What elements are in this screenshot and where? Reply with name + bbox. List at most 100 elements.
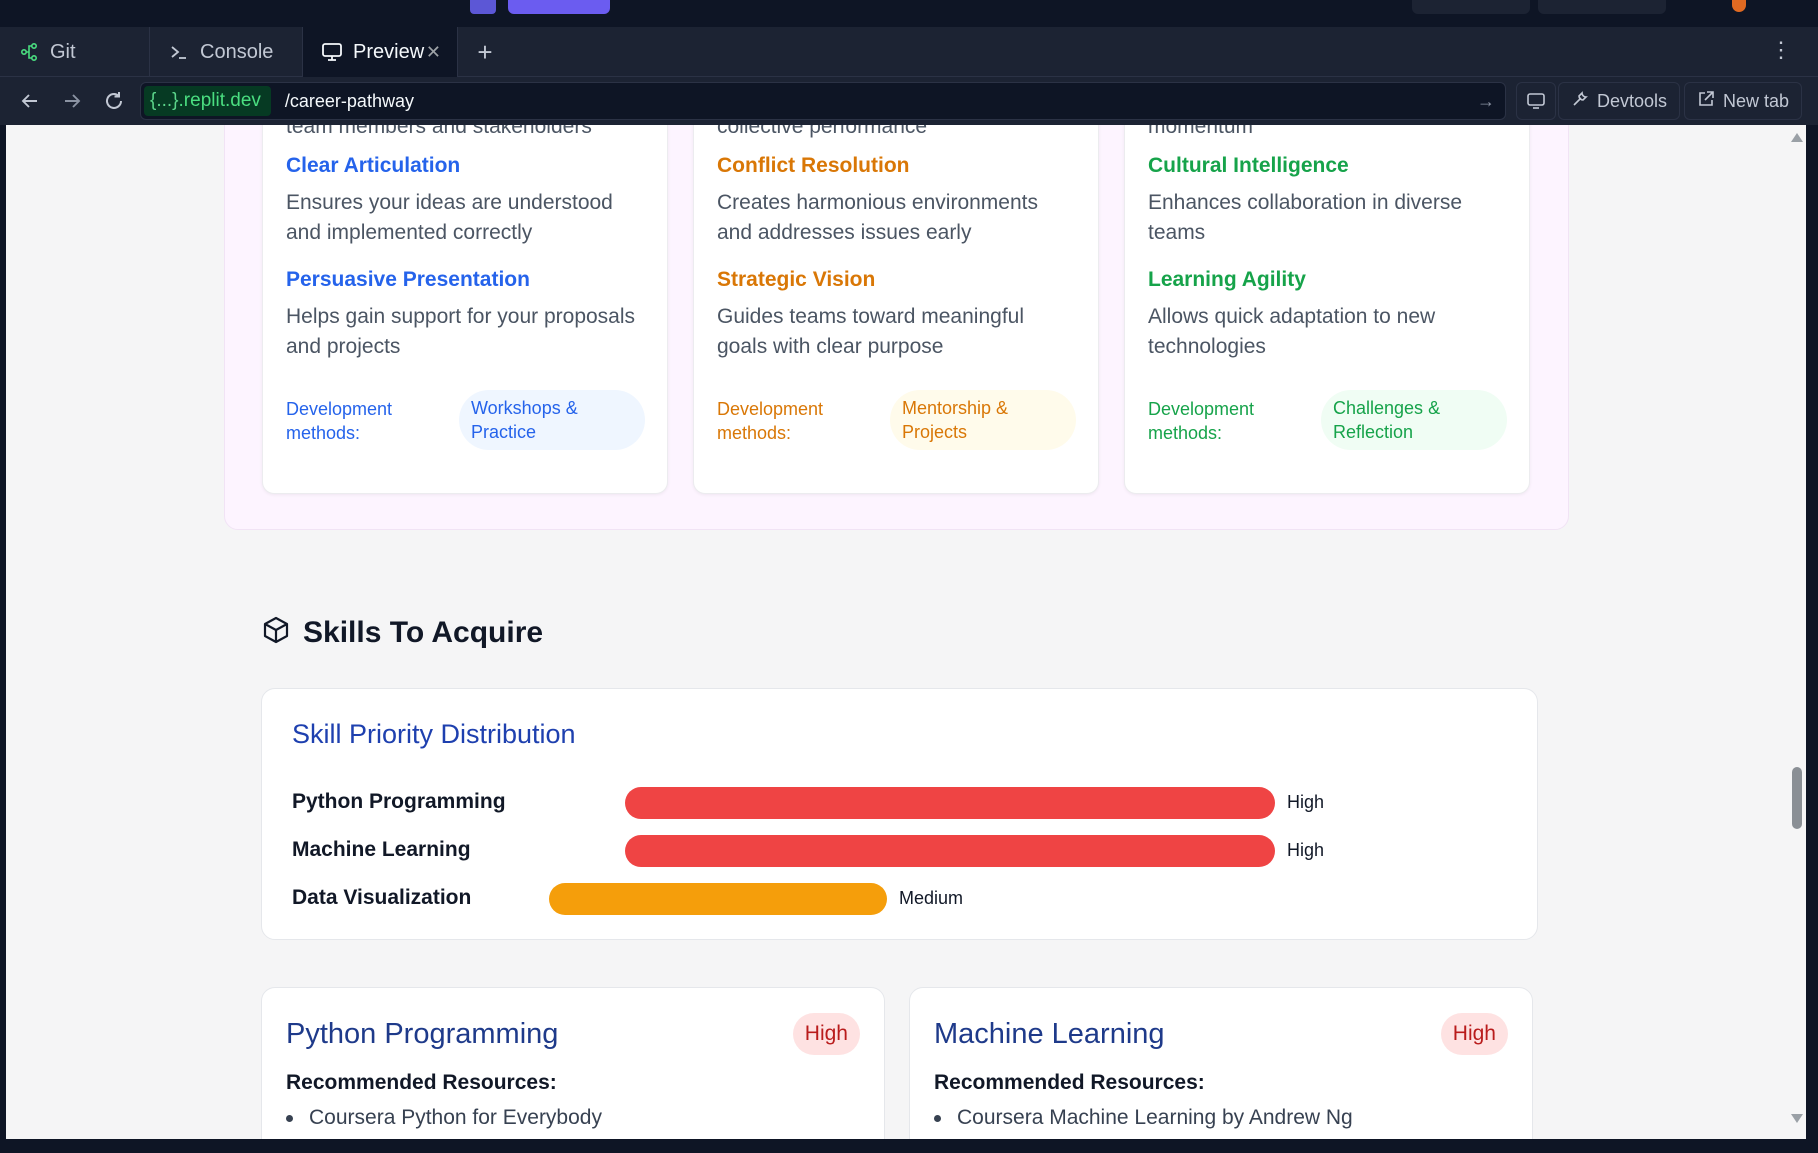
priority-badge: High (1440, 1013, 1508, 1055)
bottom-edge (0, 1139, 1818, 1153)
priority-skill-label: Python Programming (292, 790, 506, 813)
domain-braces: {...} (150, 90, 179, 111)
skill-description: Allows quick adaptation to new technolog… (1148, 305, 1436, 358)
tab-label: Console (200, 40, 274, 63)
method-chip: Workshops & Practice (459, 390, 645, 450)
priority-bar (549, 883, 887, 915)
skill-description: Ensures your ideas are understood and im… (286, 191, 613, 244)
arrow-right-icon (65, 94, 81, 108)
device-icon (1527, 93, 1545, 109)
priority-row: Machine Learning High (292, 835, 1492, 867)
priority-level-label: Medium (899, 888, 964, 908)
close-icon[interactable]: ✕ (426, 42, 441, 63)
skill-column-card: collective performance Conflict Resoluti… (693, 125, 1099, 494)
bullet-icon (934, 1114, 941, 1122)
method-chip: Mentorship & Projects (890, 390, 1076, 450)
tab-label: Git (50, 40, 76, 63)
development-methods-label: Development methods: (1148, 399, 1255, 443)
page-scrollbar[interactable] (1788, 125, 1806, 1139)
reload-button[interactable] (99, 86, 129, 116)
resource-text: Coursera Machine Learning by Andrew Ng (957, 1106, 1353, 1129)
tab-label: Preview (353, 40, 425, 63)
domain-badge: {...} .replit.dev (144, 86, 271, 116)
skills-section-header: Skills To Acquire (261, 615, 543, 650)
distribution-title: Skill Priority Distribution (292, 719, 576, 749)
pane-tab-bar: Git Console Preview ✕ + ⋮ (0, 27, 1818, 77)
skill-title: Strategic Vision (717, 268, 876, 291)
device-toggle-button[interactable] (1516, 82, 1556, 120)
skill-column-card: momentum Cultural Intelligence Enhances … (1124, 125, 1530, 494)
url-field[interactable]: {...} .replit.dev /career-pathway → (140, 82, 1506, 120)
add-tab-button[interactable]: + (470, 37, 500, 67)
header-button-fragment[interactable] (1412, 0, 1530, 14)
development-methods-label: Development methods: (717, 399, 824, 443)
card-lead-text: momentum (1148, 125, 1254, 138)
external-link-icon (1697, 90, 1715, 113)
reload-icon (106, 92, 122, 109)
resource-text: Coursera Python for Everybody (309, 1106, 602, 1129)
skill-title: Clear Articulation (286, 154, 461, 177)
priority-row: Python Programming High (292, 787, 1492, 819)
priority-bar (625, 787, 1275, 819)
avatar-fragment[interactable] (1732, 0, 1746, 12)
header-deploy-button-fragment[interactable] (1538, 0, 1666, 14)
skill-column-card: team members and stakeholders Clear Arti… (262, 125, 668, 494)
new-tab-button[interactable]: New tab (1684, 82, 1803, 120)
devtools-button[interactable]: Devtools (1558, 82, 1681, 120)
card-lead-text: team members and stakeholders (286, 125, 592, 138)
resources-label: Recommended Resources: (934, 1071, 1205, 1094)
skill-title: Persuasive Presentation (286, 268, 530, 291)
arrow-left-icon (21, 94, 37, 108)
preview-address-bar: {...} .replit.dev /career-pathway → Devto… (0, 77, 1818, 125)
monitor-icon (321, 41, 343, 63)
method-chip: Challenges & Reflection (1321, 390, 1507, 450)
back-button[interactable] (15, 86, 45, 116)
skill-card-title: Python Programming (286, 1018, 559, 1050)
go-arrow-icon[interactable]: → (1477, 91, 1495, 112)
devtools-label: Devtools (1597, 90, 1668, 111)
skill-description: Creates harmonious environments and addr… (717, 191, 1038, 244)
priority-skill-label: Data Visualization (292, 886, 472, 909)
skill-title: Cultural Intelligence (1148, 154, 1349, 177)
bullet-icon (286, 1114, 293, 1122)
development-methods-label: Development methods: (286, 399, 393, 443)
skill-description: Helps gain support for your proposals an… (286, 305, 636, 358)
tab-console[interactable]: Console (150, 27, 303, 77)
priority-bar (625, 835, 1275, 867)
forward-button[interactable] (57, 86, 87, 116)
tab-git[interactable]: Git (0, 27, 150, 77)
preview-viewport: team members and stakeholders Clear Arti… (6, 125, 1802, 1139)
skill-title: Learning Agility (1148, 268, 1306, 291)
domain-text: .replit.dev (178, 90, 261, 111)
priority-skill-label: Machine Learning (292, 838, 471, 861)
header-logo-fragment (470, 0, 496, 14)
skill-detail-card: Python Programming High Recommended Reso… (261, 987, 885, 1139)
card-lead-text: collective performance (717, 125, 928, 138)
section-title: Skills To Acquire (303, 615, 544, 649)
scroll-down-arrow-icon[interactable] (1791, 1114, 1803, 1123)
priority-badge: High (792, 1013, 860, 1055)
skill-priority-card: Skill Priority Distribution Python Progr… (261, 688, 1538, 940)
resource-item: Coursera Python for Everybody (286, 1106, 602, 1130)
priority-level-label: High (1287, 840, 1325, 860)
skill-detail-card: Machine Learning High Recommended Resour… (909, 987, 1533, 1139)
terminal-icon (168, 41, 190, 63)
resources-label: Recommended Resources: (286, 1071, 557, 1094)
url-path: /career-pathway (284, 90, 414, 111)
wrench-icon (1571, 90, 1589, 113)
priority-level-label: High (1287, 792, 1325, 812)
workspace-header (0, 0, 1818, 27)
git-branch-icon (18, 41, 40, 63)
tab-preview[interactable]: Preview ✕ (303, 27, 458, 77)
more-options-icon[interactable]: ⋮ (1770, 39, 1792, 61)
skill-description: Enhances collaboration in diverse teams (1148, 191, 1463, 244)
priority-row: Data Visualization Medium (292, 883, 1492, 915)
skill-description: Guides teams toward meaningful goals wit… (717, 305, 1024, 358)
header-run-button-fragment[interactable] (508, 0, 610, 14)
skill-card-title: Machine Learning (934, 1018, 1165, 1050)
skill-title: Conflict Resolution (717, 154, 910, 177)
resource-item: Coursera Machine Learning by Andrew Ng (934, 1106, 1353, 1130)
scroll-up-arrow-icon[interactable] (1791, 133, 1803, 142)
soft-skills-section: team members and stakeholders Clear Arti… (224, 125, 1569, 530)
scroll-thumb[interactable] (1792, 767, 1802, 829)
